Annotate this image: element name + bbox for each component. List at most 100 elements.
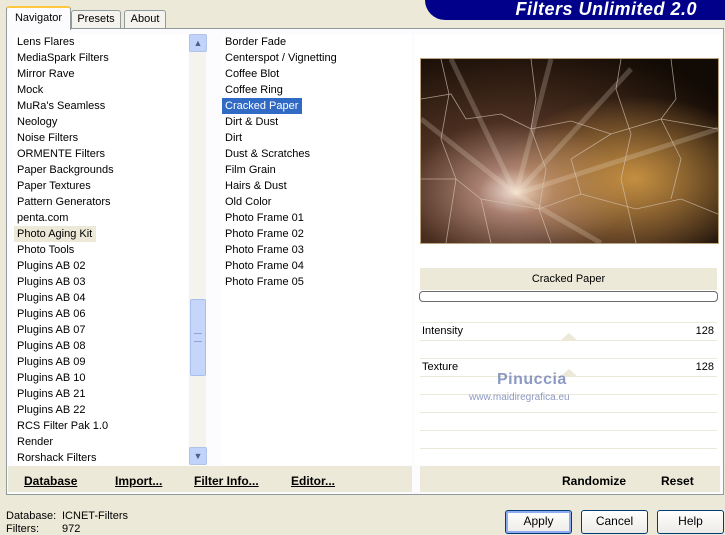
scroll-up-button[interactable]: ▲ bbox=[189, 34, 207, 52]
editor-button[interactable]: Editor... bbox=[291, 474, 335, 488]
tab-about[interactable]: About bbox=[124, 10, 166, 28]
category-list-item[interactable]: Plugins AB 07 bbox=[14, 322, 188, 338]
param-intensity[interactable]: Intensity 128 bbox=[420, 322, 717, 340]
filter-list-row: Photo Frame 01 bbox=[222, 210, 412, 226]
cancel-button[interactable]: Cancel bbox=[581, 510, 648, 534]
category-list-item[interactable]: Plugins AB 08 bbox=[14, 338, 188, 354]
filter-list-row: Coffee Ring bbox=[222, 82, 412, 98]
tab-navigator[interactable]: Navigator bbox=[6, 6, 71, 30]
title-banner: Filters Unlimited 2.0 bbox=[425, 0, 725, 20]
category-list-item[interactable]: Plugins AB 10 bbox=[14, 370, 188, 386]
filter-list-row: Dirt bbox=[222, 130, 412, 146]
category-list-item[interactable]: Plugins AB 06 bbox=[14, 306, 188, 322]
filter-list-row: Hairs & Dust bbox=[222, 178, 412, 194]
param-spacer bbox=[420, 448, 717, 463]
category-list-item[interactable]: Plugins AB 03 bbox=[14, 274, 188, 290]
category-list-item[interactable]: Mock bbox=[14, 82, 188, 98]
filter-list-item[interactable]: Photo Frame 01 bbox=[222, 210, 412, 226]
filter-list-item[interactable]: Photo Frame 03 bbox=[222, 242, 412, 258]
filter-list-row: Photo Frame 03 bbox=[222, 242, 412, 258]
filter-list-item[interactable]: Border Fade bbox=[222, 34, 412, 50]
category-list-row: Neology bbox=[14, 114, 188, 130]
filter-list-item[interactable]: Photo Frame 04 bbox=[222, 258, 412, 274]
category-list-item[interactable]: Plugins AB 09 bbox=[14, 354, 188, 370]
reset-button[interactable]: Reset bbox=[661, 474, 694, 488]
param-spacer bbox=[420, 340, 717, 355]
category-list-row: Plugins AB 10 bbox=[14, 370, 188, 386]
category-list-item[interactable]: Plugins AB 22 bbox=[14, 402, 188, 418]
param-spacer bbox=[420, 412, 717, 427]
filters-value: 972 bbox=[62, 523, 81, 535]
filter-info-button[interactable]: Filter Info... bbox=[194, 474, 259, 488]
category-list-row: Mirror Rave bbox=[14, 66, 188, 82]
filters-label: Filters: bbox=[6, 523, 39, 535]
category-list-item[interactable]: Noise Filters bbox=[14, 130, 188, 146]
category-list-item[interactable]: Photo Tools bbox=[14, 242, 188, 258]
category-list-item[interactable]: Lens Flares bbox=[14, 34, 188, 50]
param-label: Texture bbox=[422, 361, 459, 373]
scroll-thumb[interactable] bbox=[190, 299, 206, 376]
filter-list-item[interactable]: Photo Frame 02 bbox=[222, 226, 412, 242]
filter-list-item[interactable]: Old Color bbox=[222, 194, 412, 210]
category-list-item[interactable]: MediaSpark Filters bbox=[14, 50, 188, 66]
filter-list-row: Dust & Scratches bbox=[222, 146, 412, 162]
category-list-row: Pattern Generators bbox=[14, 194, 188, 210]
filter-list-item[interactable]: Coffee Ring bbox=[222, 82, 412, 98]
category-list-item[interactable]: Rorshack Filters bbox=[14, 450, 188, 465]
filter-list-item[interactable]: Photo Frame 05 bbox=[222, 274, 412, 290]
filter-list-row: Old Color bbox=[222, 194, 412, 210]
category-scrollbar[interactable]: ▲ ▼ bbox=[189, 34, 207, 465]
import-button[interactable]: Import... bbox=[115, 474, 162, 488]
filter-list-item[interactable]: Dirt & Dust bbox=[222, 114, 412, 130]
param-spacer bbox=[420, 430, 717, 445]
category-list-item[interactable]: Photo Aging Kit bbox=[14, 226, 97, 242]
category-list-item[interactable]: Neology bbox=[14, 114, 188, 130]
filter-list-item[interactable]: Centerspot / Vignetting bbox=[222, 50, 412, 66]
category-list-item[interactable]: Render bbox=[14, 434, 188, 450]
apply-button[interactable]: Apply bbox=[505, 510, 572, 534]
help-button[interactable]: Help bbox=[657, 510, 724, 534]
tab-presets[interactable]: Presets bbox=[71, 10, 121, 28]
chevron-down-icon: ▼ bbox=[193, 451, 203, 461]
category-list-item[interactable]: Mirror Rave bbox=[14, 66, 188, 82]
filter-list-item[interactable]: Cracked Paper bbox=[222, 98, 303, 114]
category-list[interactable]: Lens Flares MediaSpark Filters Mirror Rave… bbox=[14, 34, 188, 465]
category-list-row: Plugins AB 07 bbox=[14, 322, 188, 338]
filter-list-item[interactable]: Coffee Blot bbox=[222, 66, 412, 82]
slider-thumb[interactable] bbox=[561, 333, 577, 340]
database-button[interactable]: Database bbox=[24, 474, 77, 488]
app-title: Filters Unlimited 2.0 bbox=[515, 0, 697, 19]
category-list-row: Plugins AB 09 bbox=[14, 354, 188, 370]
randomize-button[interactable]: Randomize bbox=[562, 474, 626, 488]
filter-list[interactable]: Border Fade Centerspot / Vignetting Coffee… bbox=[222, 34, 412, 465]
param-texture[interactable]: Texture 128 bbox=[420, 358, 717, 376]
filter-list-item[interactable]: Hairs & Dust bbox=[222, 178, 412, 194]
database-value: ICNET-Filters bbox=[62, 510, 128, 522]
filter-list-row: Photo Frame 02 bbox=[222, 226, 412, 242]
category-list-item[interactable]: MuRa's Seamless bbox=[14, 98, 188, 114]
category-list-row: Plugins AB 22 bbox=[14, 402, 188, 418]
filter-list-row: Dirt & Dust bbox=[222, 114, 412, 130]
category-list-item[interactable]: ORMENTE Filters bbox=[14, 146, 188, 162]
category-list-row: Plugins AB 06 bbox=[14, 306, 188, 322]
filter-list-item[interactable]: Film Grain bbox=[222, 162, 412, 178]
category-list-item[interactable]: Paper Textures bbox=[14, 178, 188, 194]
category-list-item[interactable]: Paper Backgrounds bbox=[14, 162, 188, 178]
category-list-item[interactable]: Pattern Generators bbox=[14, 194, 188, 210]
param-spacer bbox=[420, 376, 717, 391]
category-list-row: Mock bbox=[14, 82, 188, 98]
category-list-item[interactable]: RCS Filter Pak 1.0 bbox=[14, 418, 188, 434]
category-list-row: Rorshack Filters bbox=[14, 450, 188, 465]
category-list-item[interactable]: Plugins AB 21 bbox=[14, 386, 188, 402]
param-label: Intensity bbox=[422, 325, 463, 337]
filter-list-item[interactable]: Dust & Scratches bbox=[222, 146, 412, 162]
progress-bar bbox=[419, 291, 718, 302]
category-list-item[interactable]: Plugins AB 04 bbox=[14, 290, 188, 306]
category-list-item[interactable]: penta.com bbox=[14, 210, 188, 226]
filter-list-item[interactable]: Dirt bbox=[222, 130, 412, 146]
tab-bar: Navigator Presets About bbox=[6, 6, 176, 30]
filter-list-row: Photo Frame 05 bbox=[222, 274, 412, 290]
category-list-item[interactable]: Plugins AB 02 bbox=[14, 258, 188, 274]
scroll-down-button[interactable]: ▼ bbox=[189, 447, 207, 465]
category-list-row: Photo Aging Kit bbox=[14, 226, 188, 242]
